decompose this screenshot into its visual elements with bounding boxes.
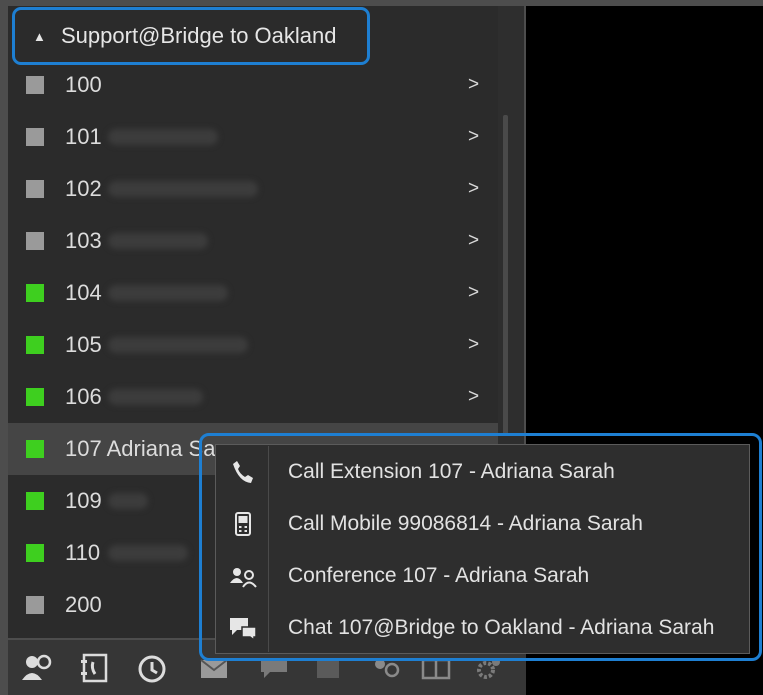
phonebook-icon[interactable] [78, 650, 114, 686]
expand-arrow[interactable]: > [468, 230, 479, 252]
extension-label: 109 [65, 488, 102, 513]
extension-row[interactable]: 102 > [8, 163, 498, 215]
extension-label: 106 [65, 384, 102, 409]
expand-arrow[interactable]: > [468, 282, 479, 304]
presence-status [26, 544, 44, 562]
presence-status [26, 284, 44, 302]
expand-arrow[interactable]: > [468, 386, 479, 408]
extension-label: 107 Adriana Sa [65, 436, 216, 461]
redacted-name [108, 181, 258, 197]
expand-arrow[interactable]: > [468, 334, 479, 356]
context-menu-highlight [199, 433, 762, 661]
presence-status [26, 388, 44, 406]
extension-label: 101 [65, 124, 102, 149]
expand-arrow[interactable]: > [468, 178, 479, 200]
presence-status [26, 492, 44, 510]
redacted-name [108, 233, 208, 249]
extension-label: 200 [65, 592, 102, 617]
scrollbar-thumb[interactable] [503, 115, 508, 435]
extension-row[interactable]: 106 > [8, 371, 498, 423]
expand-arrow[interactable]: > [468, 126, 479, 148]
contacts-icon[interactable] [18, 650, 54, 686]
extension-label: 110 [65, 540, 101, 565]
redacted-name [108, 129, 218, 145]
extension-label: 103 [65, 228, 102, 253]
extension-row[interactable]: 101 > [8, 111, 498, 163]
presence-status [26, 180, 44, 198]
extension-label: 102 [65, 176, 102, 201]
redacted-name [108, 545, 188, 561]
presence-status [26, 232, 44, 250]
expand-arrow[interactable]: > [468, 74, 479, 96]
redacted-name [108, 285, 228, 301]
presence-status [26, 128, 44, 146]
extension-row[interactable]: 105 > [8, 319, 498, 371]
presence-status [26, 336, 44, 354]
history-icon[interactable] [134, 650, 170, 686]
extension-label: 100 [65, 72, 102, 97]
extension-row[interactable]: 103 > [8, 215, 498, 267]
group-header[interactable]: ▲ Support@Bridge to Oakland [12, 7, 370, 65]
extension-label: 104 [65, 280, 102, 305]
presence-status [26, 440, 44, 458]
group-name: Support@Bridge to Oakland [61, 23, 337, 48]
extension-row[interactable]: 100 > [8, 59, 498, 111]
extension-row[interactable]: 104 > [8, 267, 498, 319]
redacted-name [108, 337, 248, 353]
presence-status [26, 76, 44, 94]
presence-status [26, 596, 44, 614]
collapse-caret-icon[interactable]: ▲ [33, 29, 61, 44]
extension-label: 105 [65, 332, 102, 357]
redacted-name [108, 493, 148, 509]
redacted-name [108, 389, 203, 405]
